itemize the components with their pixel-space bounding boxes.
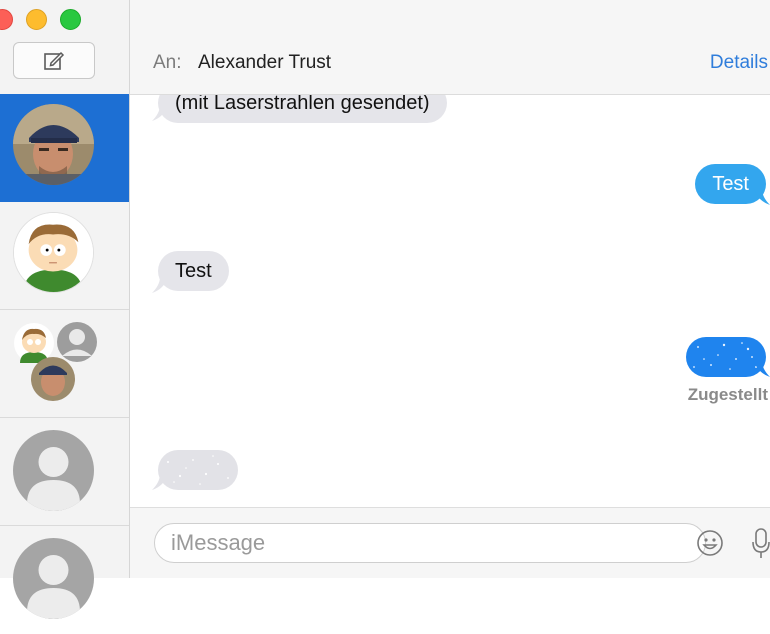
person-placeholder-icon	[27, 555, 80, 619]
bubble-tail	[152, 105, 168, 121]
compose-button[interactable]	[13, 42, 95, 79]
conversation-item-group[interactable]	[0, 310, 129, 418]
group-avatar	[13, 318, 97, 404]
to-label: An:	[153, 52, 182, 73]
avatar	[13, 430, 94, 511]
recipient-name[interactable]: Alexander Trust	[198, 52, 331, 74]
window-minimize-button[interactable]	[26, 9, 47, 30]
avatar	[13, 104, 94, 185]
message-text: (mit Laserstrahlen gesendet)	[175, 95, 430, 114]
bubble-tail	[754, 361, 770, 377]
message-text: Test	[712, 173, 749, 195]
message-bubble-incoming[interactable]: (mit Laserstrahlen gesendet)	[158, 95, 447, 123]
bubble-tail	[152, 277, 168, 293]
message-bubble-incoming[interactable]: Test	[158, 251, 229, 291]
microphone-icon[interactable]	[752, 527, 770, 559]
bubble-tail	[754, 189, 770, 205]
message-transcript[interactable]: (mit Laserstrahlen gesendet) Test Test Z…	[130, 95, 770, 507]
message-input[interactable]	[154, 523, 706, 563]
person-placeholder-icon	[27, 447, 80, 511]
conversation-sidebar	[0, 0, 130, 619]
message-text: Test	[175, 260, 212, 282]
invisible-ink-effect	[167, 455, 229, 485]
conversation-item[interactable]	[0, 418, 129, 526]
avatar	[13, 538, 94, 619]
conversation-item[interactable]	[0, 526, 129, 634]
message-bubble-incoming-invisible-ink[interactable]	[158, 450, 238, 490]
emoji-icon[interactable]	[696, 529, 724, 557]
details-link[interactable]: Details	[710, 52, 768, 74]
bubble-tail	[152, 474, 168, 490]
delivered-status: Zugestellt	[687, 385, 768, 404]
conversation-item[interactable]	[0, 202, 129, 310]
compose-icon	[44, 51, 65, 70]
message-composer	[130, 507, 770, 578]
window-maximize-button[interactable]	[60, 9, 81, 30]
conversation-item-alexander-trust[interactable]	[0, 94, 129, 202]
window-close-button[interactable]	[0, 9, 13, 30]
avatar	[13, 212, 94, 293]
conversation-header: An: Alexander Trust Details	[130, 0, 770, 95]
